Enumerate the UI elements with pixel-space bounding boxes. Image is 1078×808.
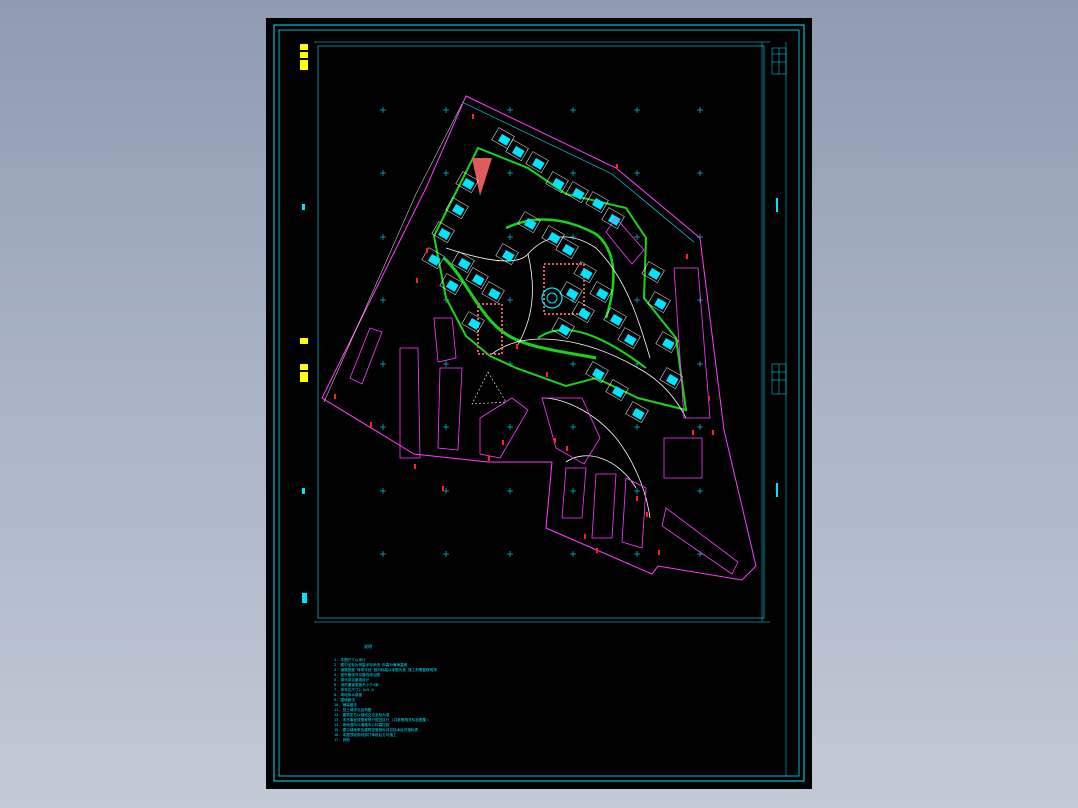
red-marker <box>414 464 416 469</box>
title-block-top <box>771 47 787 75</box>
red-marker <box>692 430 694 435</box>
red-marker <box>426 248 428 253</box>
red-marker <box>546 372 548 377</box>
plaza-red <box>472 158 492 196</box>
note-line: 17. 其他 <box>334 738 350 742</box>
red-marker <box>658 550 660 555</box>
buildings <box>421 127 683 424</box>
red-marker <box>686 254 688 259</box>
red-marker <box>566 446 568 451</box>
title-block-mid <box>771 363 787 395</box>
red-marker <box>712 430 714 435</box>
red-marker <box>646 512 648 517</box>
notes-title: 说明 <box>364 644 372 649</box>
red-marker <box>584 534 586 539</box>
red-marker <box>616 164 618 169</box>
red-marker <box>370 422 372 427</box>
red-marker <box>596 548 598 553</box>
red-marker <box>442 486 444 491</box>
red-marker <box>554 438 556 443</box>
red-marker <box>416 278 418 283</box>
red-marker <box>334 394 336 399</box>
red-marker <box>472 114 474 119</box>
red-marker <box>516 344 518 349</box>
cad-drawing-sheet[interactable]: 说明 1. 本图尺寸以米计 2. 图中坐标为测量坐标系统 标高为黄海高程 3. 道路… <box>266 18 812 789</box>
notes-list: 1. 本图尺寸以米计 2. 图中坐标为测量坐标系统 标高为黄海高程 3. 道路宽度 … <box>334 658 474 743</box>
drawing-notes: 说明 1. 本图尺寸以米计 2. 图中坐标为测量坐标系统 标高为黄海高程 3. 道路… <box>334 644 474 743</box>
red-marker <box>502 440 504 445</box>
red-marker <box>636 496 638 501</box>
red-marker <box>708 396 710 401</box>
left-margin-labels <box>300 44 308 382</box>
red-marker <box>488 456 490 461</box>
coordinate-grid <box>380 107 703 557</box>
